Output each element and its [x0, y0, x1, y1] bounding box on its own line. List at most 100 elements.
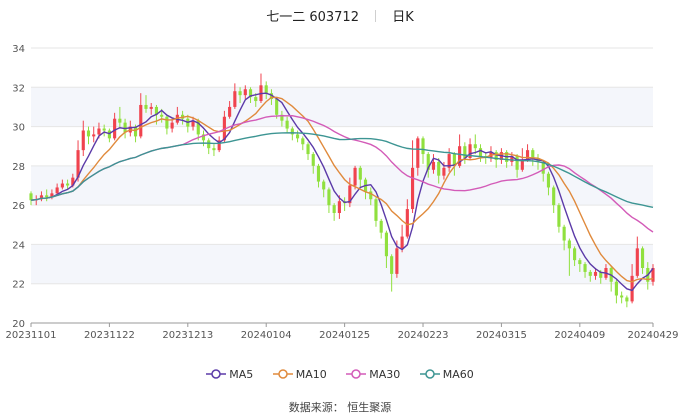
x-tick-label: 20240104	[241, 330, 292, 341]
candle	[478, 144, 483, 162]
y-axis: 20 22 24 26 28 30 32 34	[12, 44, 25, 330]
candle-body	[421, 138, 425, 155]
legend-ma10-icon	[272, 369, 293, 379]
x-tick-label: 20240409	[554, 330, 605, 341]
candle-body	[301, 138, 305, 145]
candle-body	[149, 106, 153, 109]
candle-body	[431, 161, 436, 170]
legend-item-ma5[interactable]: MA5	[206, 368, 253, 381]
candle-body	[620, 295, 624, 298]
candle	[390, 254, 394, 292]
candle-body	[238, 91, 242, 96]
candle-body	[463, 146, 467, 158]
candle-body	[557, 205, 561, 227]
candle-body	[165, 116, 169, 129]
candle	[635, 236, 639, 278]
candle-body	[478, 148, 483, 157]
candle	[332, 203, 336, 221]
candle-body	[520, 159, 524, 170]
y-tick-label: 30	[12, 123, 25, 134]
candle-body	[322, 181, 326, 190]
candle-body	[113, 118, 117, 139]
candle	[212, 144, 216, 157]
legend-item-ma10[interactable]: MA10	[272, 368, 327, 381]
candle-body	[546, 173, 551, 188]
candle-body	[170, 122, 174, 129]
candle	[552, 185, 556, 213]
candle-body	[395, 248, 399, 274]
candle	[609, 266, 613, 292]
chart-legend: MA5 MA10 MA30 MA60	[0, 368, 680, 381]
candle-body	[640, 248, 645, 268]
legend-ma5-label: MA5	[229, 368, 254, 381]
candle-body	[593, 271, 598, 276]
candle-body	[353, 167, 357, 186]
candle-body	[614, 281, 618, 296]
legend-ma30-label: MA30	[369, 368, 401, 381]
candle	[463, 142, 467, 164]
x-tick-label: 20231213	[162, 330, 213, 341]
candle-body	[60, 183, 64, 188]
candle-body	[207, 140, 211, 149]
legend-ma30-icon	[346, 369, 367, 379]
candle-body	[160, 114, 164, 117]
candle-body	[86, 130, 91, 137]
candle-body	[212, 148, 216, 151]
candle-body	[254, 97, 258, 102]
chart-grid	[31, 47, 653, 324]
legend-ma5-icon	[206, 369, 227, 379]
candle	[327, 187, 331, 213]
x-tick-label: 20240315	[476, 330, 527, 341]
candle-body	[264, 85, 268, 94]
candle-body	[332, 205, 336, 213]
candle-body	[275, 99, 279, 115]
candle	[614, 279, 618, 304]
candle-body	[562, 226, 566, 241]
candle	[379, 218, 383, 239]
candle-body	[583, 264, 587, 272]
candle-body	[81, 130, 85, 151]
candle-body	[107, 130, 111, 139]
candle-body	[525, 150, 530, 160]
y-tick-label: 24	[12, 240, 25, 251]
candle-body	[400, 236, 404, 249]
candle-body	[97, 128, 101, 135]
candle-body	[384, 232, 388, 257]
candle	[165, 114, 169, 135]
candle-body	[316, 165, 321, 182]
candle-body	[358, 167, 362, 180]
x-tick-label: 20240223	[398, 330, 449, 341]
legend-item-ma60[interactable]: MA60	[419, 368, 474, 381]
grid-band	[31, 165, 653, 206]
candle-body	[405, 209, 409, 237]
legend-item-ma30[interactable]: MA30	[346, 368, 400, 381]
x-tick-label: 20240429	[628, 330, 679, 341]
candle-body	[144, 104, 148, 109]
candle	[374, 197, 378, 227]
y-tick-label: 26	[12, 201, 25, 212]
candle	[201, 130, 206, 147]
candle-body	[55, 187, 59, 194]
candle-body	[410, 167, 415, 210]
candle	[557, 203, 561, 233]
candle-body	[306, 144, 310, 155]
x-tick-label: 20240125	[319, 330, 370, 341]
y-tick-label: 28	[12, 162, 25, 173]
candle	[92, 126, 96, 143]
candle-body	[416, 138, 420, 168]
candle-body	[552, 187, 556, 206]
candle-body	[573, 248, 577, 261]
candlestick-chart[interactable]: 20 22 24 26 28 30 32 34 20231101 20231122 2023121…	[0, 0, 680, 413]
candle	[620, 291, 624, 304]
x-tick-label: 20231122	[84, 330, 135, 341]
candle	[301, 136, 305, 151]
legend-ma60-label: MA60	[442, 368, 474, 381]
candle	[410, 140, 415, 213]
candle	[473, 134, 477, 155]
candle-body	[635, 248, 639, 276]
candle-body	[228, 106, 232, 117]
legend-ma60-icon	[419, 369, 440, 379]
candle-body	[437, 161, 441, 176]
candle-body	[66, 183, 70, 186]
candle	[107, 128, 111, 143]
